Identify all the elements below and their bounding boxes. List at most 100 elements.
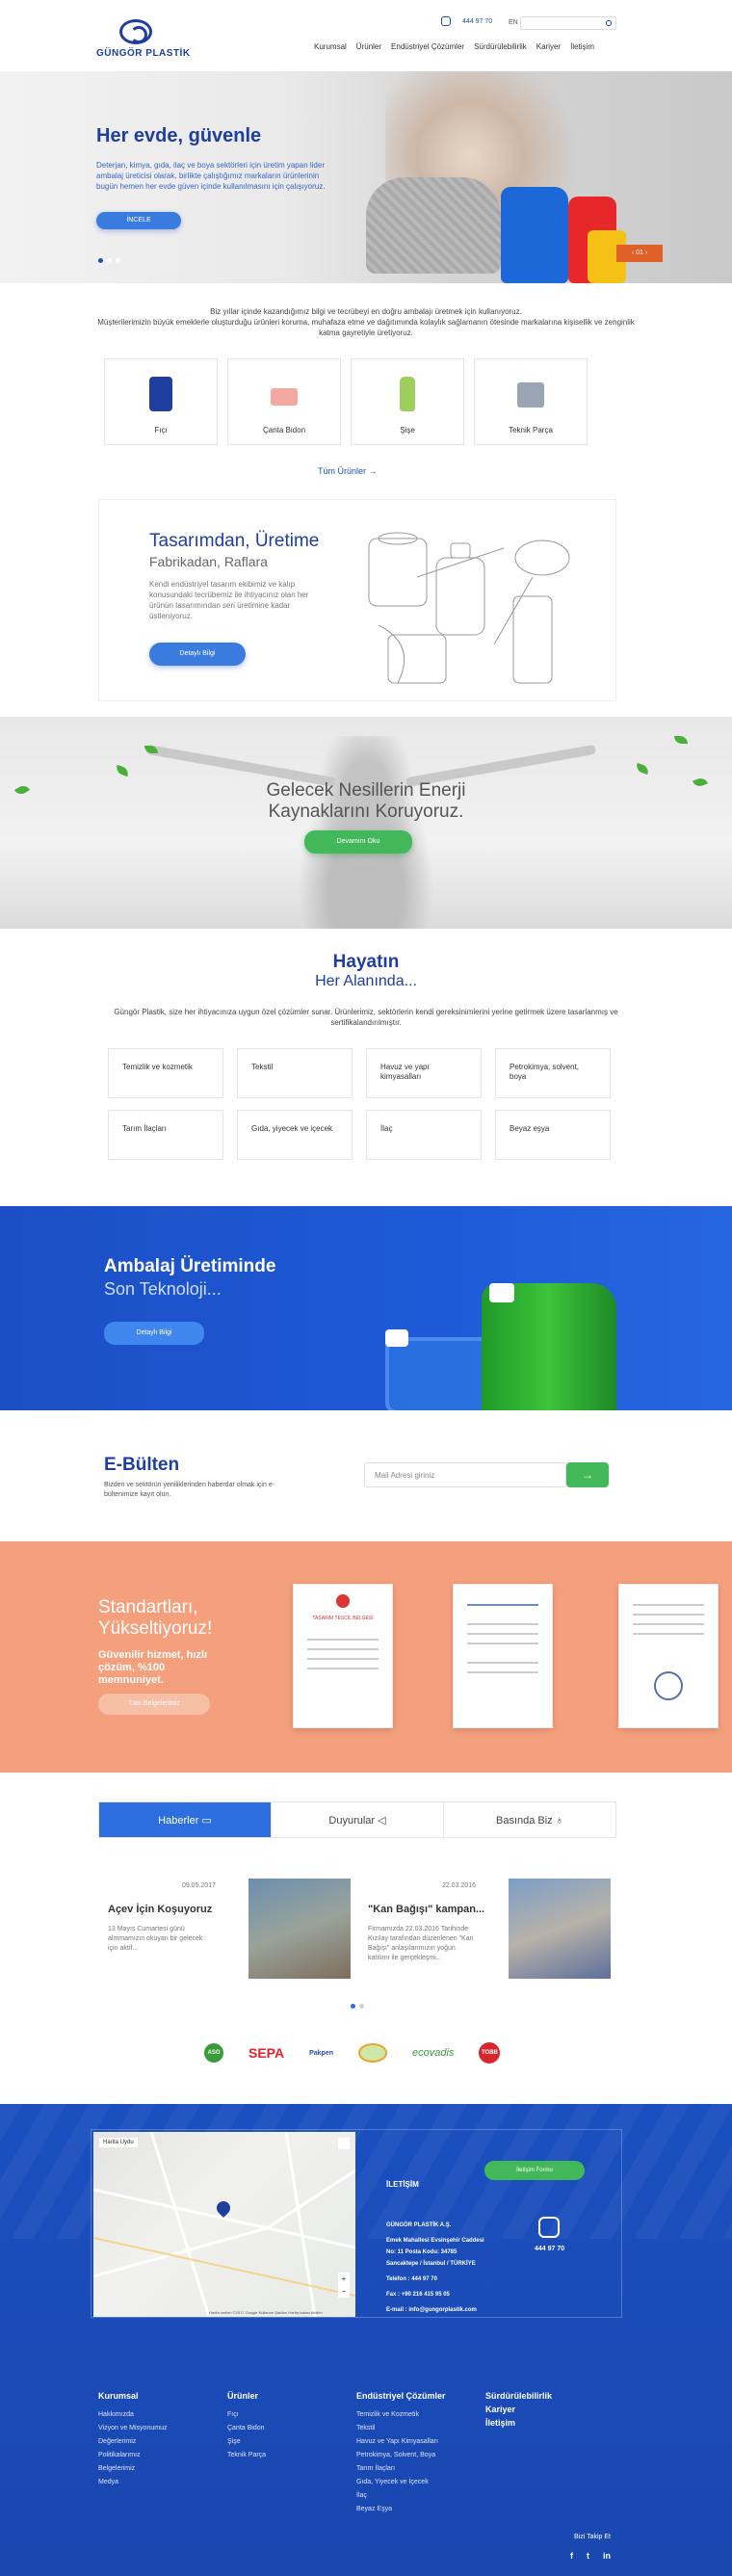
news-title: Açev İçin Koşuyoruz — [108, 1904, 213, 1915]
news-dot[interactable] — [359, 2004, 364, 2009]
footer-link[interactable]: Havuz ve Yapı Kimyasalları — [356, 2435, 446, 2449]
nav-item-endustriyel[interactable]: Endüstriyel Çözümler — [391, 42, 464, 51]
standards-text: Güvenilir hizmet, hızlı çözüm, %100 memn… — [98, 1649, 208, 1686]
footer-link[interactable]: Beyaz Eşya — [356, 2503, 446, 2516]
all-products-link[interactable]: Tüm Ürünler → — [318, 466, 378, 476]
certificate-image[interactable]: TASARIM TESCİL BELGESİ — [293, 1584, 393, 1728]
slide-dot[interactable] — [107, 258, 112, 263]
zoom-controls[interactable]: + − — [338, 2273, 350, 2298]
footer-link[interactable]: Belgelerimiz — [98, 2462, 167, 2476]
contact-form-button[interactable]: İletişim Formu — [484, 2161, 585, 2180]
footer-column-heading[interactable]: Endüstriyel Çözümler — [356, 2389, 446, 2403]
slide-arrow-buttons[interactable]: ‹ 01 › — [616, 245, 663, 262]
map-tab-satellite[interactable]: Uydu — [120, 2140, 134, 2145]
product-card-sise[interactable]: Şişe — [351, 358, 464, 445]
contact-title: İLETİŞİM — [386, 2180, 419, 2189]
sector-item[interactable]: Petrokimya, solvent, boya — [495, 1048, 611, 1098]
logo[interactable]: GÜNGÖR PLASTİK — [96, 19, 193, 66]
newsletter-submit-button[interactable]: → — [566, 1462, 609, 1487]
sector-item[interactable]: Tarım İlaçları — [108, 1110, 223, 1160]
sector-item[interactable]: Temizlik ve kozmetik — [108, 1048, 223, 1098]
nav-item-urunler[interactable]: Ürünler — [356, 42, 381, 51]
footer-link[interactable]: Şişe — [227, 2435, 266, 2449]
follow-us-label: Bizi Takip Et — [574, 2534, 611, 2540]
sector-item[interactable]: Beyaz eşya — [495, 1110, 611, 1160]
hero-button[interactable]: İNCELE — [96, 212, 181, 229]
nav-item-surdurulebilirlik[interactable]: Sürdürülebilirlik — [474, 42, 527, 51]
footer-column-heading[interactable]: Sürdürülebilirlik — [485, 2389, 552, 2403]
sector-item[interactable]: Tekstil — [237, 1048, 353, 1098]
brand-pakpen-logo[interactable]: Pakpen — [309, 2050, 333, 2057]
footer-link[interactable]: Tekstil — [356, 2422, 446, 2435]
map-roads — [93, 2132, 355, 2317]
brand-ecovadis-logo[interactable]: ecovadis — [412, 2047, 454, 2059]
facebook-icon[interactable]: f — [570, 2551, 573, 2561]
search-icon[interactable] — [606, 20, 612, 26]
footer-link[interactable]: Petrokimya, Solvent, Boya — [356, 2449, 446, 2462]
sector-item[interactable]: Havuz ve yapı kimyasalları — [366, 1048, 482, 1098]
footer-link[interactable]: Temizlik ve Kozmetik — [356, 2408, 446, 2422]
footer-phone-number[interactable]: 444 97 70 — [535, 2246, 564, 2252]
google-map[interactable]: Harita Uydu + − Harita verileri ©2017 Goo… — [93, 2132, 355, 2317]
contact-email[interactable]: E-mail : info@gungorplastik.com — [386, 2307, 477, 2313]
footer-link[interactable]: Hakkımızda — [98, 2408, 167, 2422]
tab-duyurular[interactable]: Duyurular ◁ — [272, 1802, 444, 1837]
slide-dot[interactable] — [116, 258, 120, 263]
slide-dot[interactable] — [98, 258, 103, 263]
all-certificates-button[interactable]: Tüm Belgelerimiz — [98, 1694, 210, 1715]
read-more-button[interactable]: Devamını Oku — [304, 830, 412, 854]
footer-column-heading[interactable]: Kariyer — [485, 2403, 552, 2416]
life-text: Güngör Plastik, size her ihtiyacınıza uy… — [114, 1008, 618, 1027]
linkedin-icon[interactable]: in — [603, 2551, 611, 2561]
certificate-image[interactable] — [618, 1584, 719, 1728]
sector-item[interactable]: İlaç — [366, 1110, 482, 1160]
language-switch[interactable]: EN — [509, 19, 518, 26]
nav-item-kariyer[interactable]: Kariyer — [536, 42, 561, 51]
footer-link[interactable]: Teknik Parça — [227, 2449, 266, 2462]
certificate-image[interactable] — [453, 1584, 553, 1728]
nav-item-iletisim[interactable]: İletişim — [570, 42, 594, 51]
news-item[interactable]: 22.03.2016 "Kan Bağışı" kampan... Firmam… — [358, 1879, 611, 1983]
future-title-line-1: Gelecek Nesillerin Enerji — [266, 780, 466, 801]
footer-link[interactable]: Fıçı — [227, 2408, 266, 2422]
brand-tobb-logo[interactable]: TOBB — [479, 2042, 501, 2063]
contact-phone[interactable]: Telefon : 444 97 70 — [386, 2276, 437, 2282]
product-card-canta-bidon[interactable]: Çanta Bidon — [227, 358, 341, 445]
header-phone[interactable]: 444 97 70 — [441, 16, 492, 26]
newsletter-email-input[interactable]: Mail Adresi giriniz — [364, 1462, 566, 1487]
sector-item[interactable]: Gıda, yiyecek ve içecek — [237, 1110, 353, 1160]
brand-sun-logo[interactable] — [358, 2043, 387, 2063]
nav-item-kurumsal[interactable]: Kurumsal — [314, 42, 347, 51]
news-dot[interactable] — [351, 2004, 355, 2009]
map-type-toggle[interactable]: Harita Uydu — [99, 2138, 138, 2147]
footer-link[interactable]: Gıda, Yiyecek ve İçecek — [356, 2476, 446, 2489]
product-card-teknik-parca[interactable]: Teknik Parça — [474, 358, 588, 445]
brand-sepa-logo[interactable]: SEPA — [248, 2045, 284, 2061]
footer-link[interactable]: İlaç — [356, 2489, 446, 2503]
slide-prev-icon[interactable]: ‹ — [632, 250, 634, 256]
slide-next-icon[interactable]: › — [645, 250, 647, 256]
footer-column-heading[interactable]: İletişim — [485, 2416, 552, 2430]
footer-link[interactable]: Tarım İlaçları — [356, 2462, 446, 2476]
footer-link[interactable]: Medya — [98, 2476, 167, 2489]
life-title: Hayatın — [332, 952, 400, 972]
design-detail-button[interactable]: Detaylı Bilgi — [149, 643, 246, 666]
brand-aso-logo[interactable]: ASO — [204, 2043, 223, 2063]
news-item[interactable]: 09.05.2017 Açev İçin Koşuyoruz 13 Mayıs … — [98, 1879, 351, 1983]
packaging-detail-button[interactable]: Detaylı Bilgi — [104, 1322, 204, 1345]
tab-haberler[interactable]: Haberler ▭ — [99, 1802, 272, 1837]
footer-column-heading[interactable]: Kurumsal — [98, 2389, 167, 2403]
product-card-fici[interactable]: Fıçı — [104, 358, 218, 445]
twitter-icon[interactable]: t — [587, 2551, 589, 2561]
search-input[interactable] — [520, 16, 616, 30]
footer-column-heading[interactable]: Ürünler — [227, 2389, 266, 2403]
map-tab-map[interactable]: Harita — [103, 2140, 118, 2145]
footer-link[interactable]: Değerlerimiz — [98, 2435, 167, 2449]
footer-link[interactable]: Politikalarımız — [98, 2449, 167, 2462]
blue-canister-cap — [385, 1329, 408, 1347]
fullscreen-icon[interactable] — [338, 2138, 350, 2149]
footer-link[interactable]: Vizyon ve Misyonumuz — [98, 2422, 167, 2435]
footer-link[interactable]: Çanta Bidon — [227, 2422, 266, 2435]
tab-basinda-biz[interactable]: Basında Biz ♁ — [444, 1802, 615, 1837]
leaf-icon — [115, 764, 130, 777]
